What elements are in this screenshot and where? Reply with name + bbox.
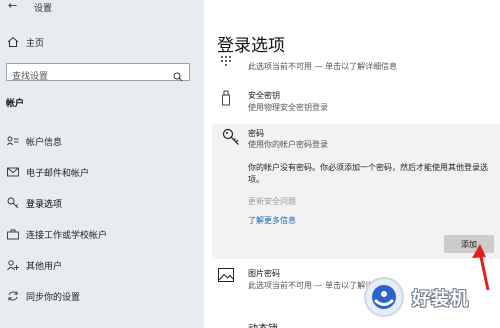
option-security-key[interactable]: 安全密钥 使用物理安全密钥登录: [218, 88, 478, 114]
other-users-icon: [6, 259, 20, 271]
option-password-body: 你的帐户没有密码。你必须添加一个密码，然后才能使用其他登录选项。: [248, 163, 488, 184]
briefcase-icon: [6, 229, 20, 240]
sidebar-item-label: 同步你的设置: [26, 292, 81, 303]
option-pin[interactable]: 此选项当前不可用 — 单击以了解详细信息: [218, 52, 478, 76]
search-box[interactable]: [6, 63, 190, 85]
email-icon: [6, 167, 20, 177]
option-security-key-subtitle: 使用物理安全密钥登录: [248, 103, 328, 112]
keypad-icon: [218, 55, 234, 67]
watermark-text: 好装机: [412, 289, 469, 310]
sidebar-item-sign-in-options[interactable]: 登录选项: [6, 195, 62, 211]
window-title: 设置: [34, 4, 53, 14]
account-info-icon: [6, 136, 20, 146]
home-icon: [6, 36, 20, 48]
learn-more-link[interactable]: 了解更多信息: [248, 215, 296, 226]
sidebar-item-account-info[interactable]: 帐户信息: [6, 133, 62, 149]
search-input[interactable]: [7, 69, 162, 85]
sidebar-home-label: 主页: [26, 38, 45, 49]
sidebar-item-other-users[interactable]: 其他用户: [6, 257, 62, 273]
section-heading: 帐户: [6, 99, 25, 109]
option-security-key-title: 安全密钥: [248, 91, 280, 100]
change-security-questions-link: 更新安全问题: [248, 197, 296, 206]
watermark-icon: [364, 277, 404, 317]
sidebar: ← 设置 主页 帐户 帐户信息 电子邮件和帐户 登录选项: [0, 0, 204, 328]
search-icon[interactable]: [173, 67, 183, 86]
sidebar-item-label: 帐户信息: [26, 137, 63, 148]
sidebar-item-label: 连接工作或学校帐户: [26, 230, 108, 241]
window-header: ← 设置: [0, 0, 204, 14]
sidebar-item-work-school[interactable]: 连接工作或学校帐户: [6, 226, 107, 242]
sidebar-item-label: 登录选项: [26, 199, 63, 210]
option-password-title: 密码: [248, 129, 264, 138]
option-password-expanded: 密码 使用你的帐户密码登录 你的帐户没有密码。你必须添加一个密码，然后才能使用其…: [212, 124, 500, 259]
key-icon: [6, 197, 20, 209]
sidebar-item-label: 电子邮件和帐户: [26, 168, 90, 179]
option-pin-subtitle: 此选项当前不可用 — 单击以了解详细信息: [248, 62, 398, 71]
sidebar-item-sync[interactable]: 同步你的设置: [6, 288, 80, 304]
back-arrow-icon[interactable]: ←: [8, 0, 17, 12]
option-dynamic-lock-title: 动态锁: [248, 320, 278, 328]
sidebar-item-label: 其他用户: [26, 261, 63, 272]
option-password-subtitle: 使用你的帐户密码登录: [248, 140, 328, 149]
key-icon: [222, 128, 240, 150]
sidebar-item-home[interactable]: 主页: [6, 35, 44, 49]
usb-key-icon: [218, 90, 234, 106]
sidebar-item-email[interactable]: 电子邮件和帐户: [6, 164, 89, 180]
picture-icon: [218, 268, 234, 282]
watermark-logo: 好装机: [360, 273, 494, 323]
sync-icon: [6, 290, 20, 302]
option-picture-password-title: 图片密码: [248, 269, 280, 278]
